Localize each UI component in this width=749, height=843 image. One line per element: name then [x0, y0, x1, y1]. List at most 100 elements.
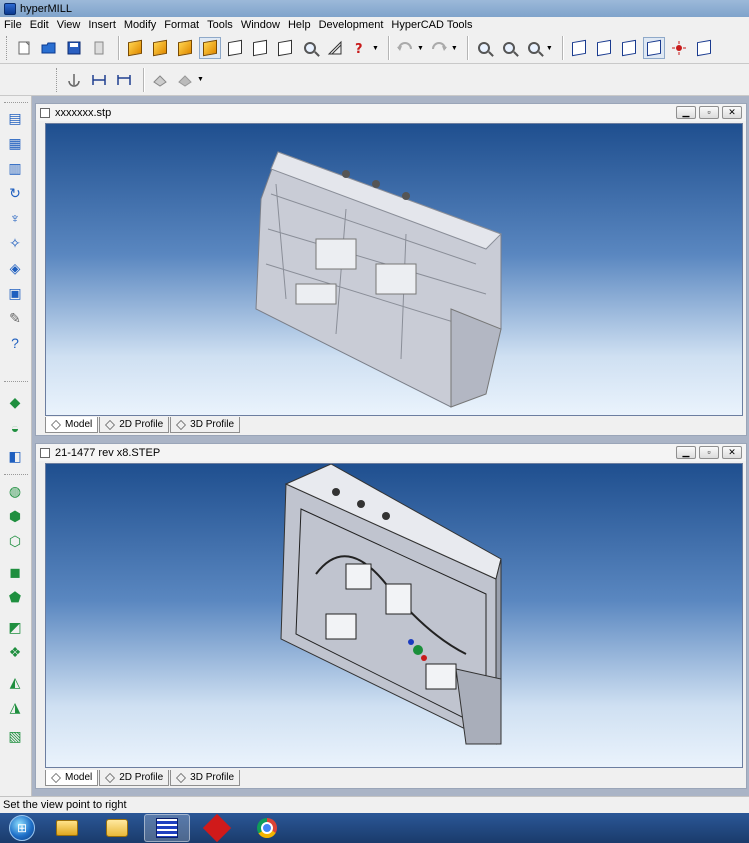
- restore-button[interactable]: ▫: [699, 446, 719, 459]
- cube-feature-button[interactable]: ◧: [5, 446, 25, 466]
- pocket-button[interactable]: ◒: [5, 418, 25, 438]
- tab-3d-profile[interactable]: 3D Profile: [170, 770, 241, 786]
- cad-model-2[interactable]: [46, 463, 745, 769]
- view-iso-button[interactable]: [568, 37, 590, 59]
- shaded-edges-button[interactable]: [149, 37, 171, 59]
- cad-model-1[interactable]: [46, 124, 745, 417]
- tool-button[interactable]: ♆: [5, 208, 25, 228]
- chevron-down-icon[interactable]: ▼: [197, 76, 204, 83]
- zoom-fit-button[interactable]: [523, 37, 545, 59]
- taskbar-hypermill[interactable]: [144, 814, 190, 842]
- zoom-out-button[interactable]: [498, 37, 520, 59]
- taskbar-outlook[interactable]: [94, 814, 140, 842]
- start-button[interactable]: ⊞: [4, 813, 40, 843]
- rotate-button[interactable]: ↻: [5, 183, 25, 203]
- rest-machining-button[interactable]: ❖: [5, 642, 25, 662]
- view-top-button[interactable]: [593, 37, 615, 59]
- contour-button[interactable]: ⬢: [5, 506, 25, 526]
- document-title-bar[interactable]: 21-1477 rev x8.STEP: [36, 444, 746, 461]
- help-button[interactable]: ?: [349, 37, 371, 59]
- simulation-button[interactable]: ✧: [5, 233, 25, 253]
- stock-button[interactable]: ◈: [5, 258, 25, 278]
- solid-button[interactable]: [174, 69, 196, 91]
- profile-icon: ⬟: [8, 588, 22, 605]
- taskbar-chrome[interactable]: [244, 814, 290, 842]
- toolbar-grip[interactable]: [4, 474, 28, 477]
- menu-insert[interactable]: Insert: [88, 19, 116, 31]
- minimize-button[interactable]: ▁: [676, 106, 696, 119]
- close-button[interactable]: ✕: [722, 106, 742, 119]
- help-side-button[interactable]: ?: [5, 333, 25, 353]
- close-button[interactable]: ✕: [722, 446, 742, 459]
- taskbar-explorer[interactable]: [44, 814, 90, 842]
- roughing-button[interactable]: ⬡: [5, 531, 25, 551]
- tab-model[interactable]: Model: [45, 417, 99, 433]
- chevron-down-icon[interactable]: ▼: [546, 45, 553, 52]
- menu-development[interactable]: Development: [319, 19, 384, 31]
- zoom-in-button[interactable]: [473, 37, 495, 59]
- menu-view[interactable]: View: [57, 19, 81, 31]
- open-button[interactable]: [38, 37, 60, 59]
- z-level-button[interactable]: ◩: [5, 617, 25, 637]
- 3d-profile-icon: [176, 419, 187, 430]
- taskbar-hypercad[interactable]: [194, 813, 240, 843]
- view-back-button[interactable]: [693, 37, 715, 59]
- tab-2d-profile[interactable]: 2D Profile: [99, 770, 170, 786]
- dimension-horizontal-button[interactable]: [88, 69, 110, 91]
- anchor-button[interactable]: [63, 69, 85, 91]
- tab-model[interactable]: Model: [45, 770, 99, 786]
- shaded-hidden-button[interactable]: [174, 37, 196, 59]
- undo-button[interactable]: [394, 37, 416, 59]
- feature-button[interactable]: ◆: [5, 392, 25, 412]
- toolbar-grip[interactable]: [56, 67, 59, 92]
- toolbar-grip[interactable]: [4, 381, 28, 384]
- profile-button[interactable]: ⬟: [5, 587, 25, 607]
- menu-hypercad-tools[interactable]: HyperCAD Tools: [391, 19, 472, 31]
- zoom-window-button[interactable]: [299, 37, 321, 59]
- report-button[interactable]: ▣: [5, 283, 25, 303]
- page-button[interactable]: [88, 37, 110, 59]
- five-axis-button[interactable]: ◭: [5, 672, 25, 692]
- job-list-button[interactable]: ▦: [5, 133, 25, 153]
- wireframe-button[interactable]: [224, 37, 246, 59]
- toolbar-grip[interactable]: [6, 36, 9, 60]
- measure-button[interactable]: [324, 37, 346, 59]
- view-right-button[interactable]: [642, 37, 665, 59]
- new-button[interactable]: [13, 37, 35, 59]
- turning-button[interactable]: ◮: [5, 697, 25, 717]
- redo-button[interactable]: [428, 37, 450, 59]
- minimize-button[interactable]: ▁: [676, 446, 696, 459]
- chevron-down-icon[interactable]: ▼: [372, 45, 379, 52]
- menu-help[interactable]: Help: [288, 19, 311, 31]
- menu-file[interactable]: File: [4, 19, 22, 31]
- chevron-down-icon[interactable]: ▼: [451, 45, 458, 52]
- menu-tools[interactable]: Tools: [207, 19, 233, 31]
- settings-button[interactable]: ✎: [5, 308, 25, 328]
- shaded-view-button[interactable]: [124, 37, 146, 59]
- finishing-button[interactable]: ◼: [5, 562, 25, 582]
- drill-button[interactable]: ◍: [5, 481, 25, 501]
- menu-edit[interactable]: Edit: [30, 19, 49, 31]
- view-front-button[interactable]: [618, 37, 640, 59]
- 3d-viewport[interactable]: [45, 123, 743, 416]
- chevron-down-icon[interactable]: ▼: [417, 45, 424, 52]
- 3d-viewport[interactable]: [45, 463, 743, 768]
- view-explode-button[interactable]: [668, 37, 690, 59]
- document-title-bar[interactable]: xxxxxxx.stp: [36, 104, 746, 121]
- hidden-line-removed-button[interactable]: [274, 37, 296, 59]
- layers-button[interactable]: ▥: [5, 158, 25, 178]
- macro-button[interactable]: ▧: [5, 726, 25, 746]
- menu-format[interactable]: Format: [164, 19, 199, 31]
- hidden-line-button[interactable]: [249, 37, 271, 59]
- menu-window[interactable]: Window: [241, 19, 280, 31]
- browser-button[interactable]: ▤: [5, 108, 25, 128]
- save-button[interactable]: [63, 37, 85, 59]
- tab-2d-profile[interactable]: 2D Profile: [99, 417, 170, 433]
- shaded-active-button[interactable]: [199, 37, 221, 59]
- surface-button[interactable]: [149, 69, 171, 91]
- menu-modify[interactable]: Modify: [124, 19, 156, 31]
- restore-button[interactable]: ▫: [699, 106, 719, 119]
- tab-3d-profile[interactable]: 3D Profile: [170, 417, 241, 433]
- toolbar-grip[interactable]: [4, 102, 28, 105]
- dimension-vertical-button[interactable]: [113, 69, 135, 91]
